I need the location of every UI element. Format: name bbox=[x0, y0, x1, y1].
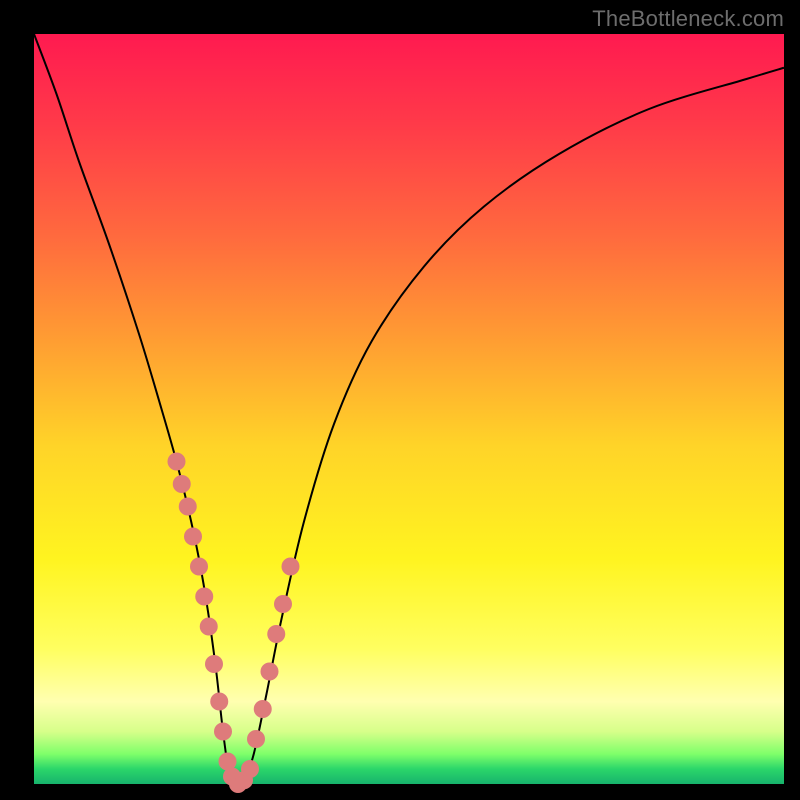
marker-dot bbox=[247, 730, 265, 748]
marker-dot bbox=[261, 663, 279, 681]
marker-dot bbox=[179, 498, 197, 516]
marker-dot bbox=[195, 588, 213, 606]
marker-dot bbox=[190, 558, 208, 576]
curve-path bbox=[34, 34, 784, 784]
marker-dot bbox=[205, 655, 223, 673]
marker-dot bbox=[274, 595, 292, 613]
bottleneck-curve bbox=[34, 34, 784, 784]
chart-svg bbox=[34, 34, 784, 784]
marker-dot bbox=[184, 528, 202, 546]
marker-dot bbox=[200, 618, 218, 636]
plot-area bbox=[34, 34, 784, 784]
marker-dot bbox=[241, 760, 259, 778]
marker-dot bbox=[267, 625, 285, 643]
marker-dot bbox=[210, 693, 228, 711]
marker-dot bbox=[254, 700, 272, 718]
marker-dot bbox=[282, 558, 300, 576]
marker-dot bbox=[173, 475, 191, 493]
marker-dot bbox=[168, 453, 186, 471]
chart-frame: TheBottleneck.com bbox=[0, 0, 800, 800]
watermark-text: TheBottleneck.com bbox=[592, 6, 784, 32]
marker-dot bbox=[214, 723, 232, 741]
